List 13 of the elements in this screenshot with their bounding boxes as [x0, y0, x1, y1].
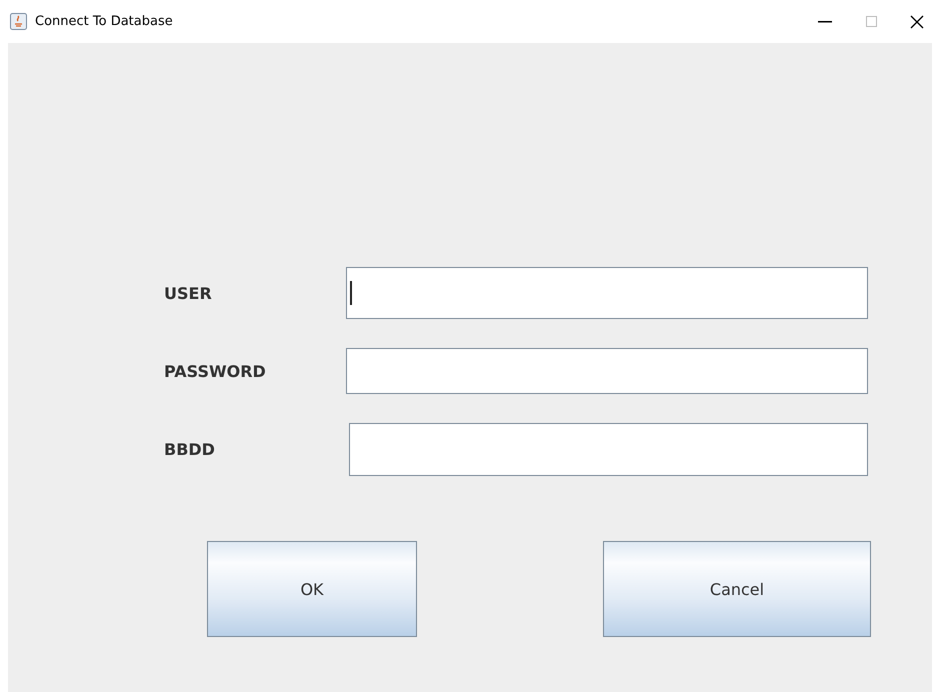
- ok-button[interactable]: OK: [207, 541, 417, 637]
- input-field[interactable]: [346, 267, 868, 319]
- window-title: Connect To Database: [35, 14, 174, 29]
- input-field[interactable]: [349, 423, 868, 476]
- close-icon[interactable]: [910, 14, 924, 28]
- field-label: BBDD: [163, 440, 216, 459]
- field-label: USER: [163, 284, 213, 302]
- maximize-icon[interactable]: [866, 16, 876, 27]
- app-icon: [10, 13, 27, 30]
- cancel-button[interactable]: Cancel: [603, 541, 871, 637]
- input-field[interactable]: [346, 348, 868, 394]
- field-label: PASSWORD: [163, 362, 267, 380]
- minimize-icon[interactable]: [818, 20, 832, 22]
